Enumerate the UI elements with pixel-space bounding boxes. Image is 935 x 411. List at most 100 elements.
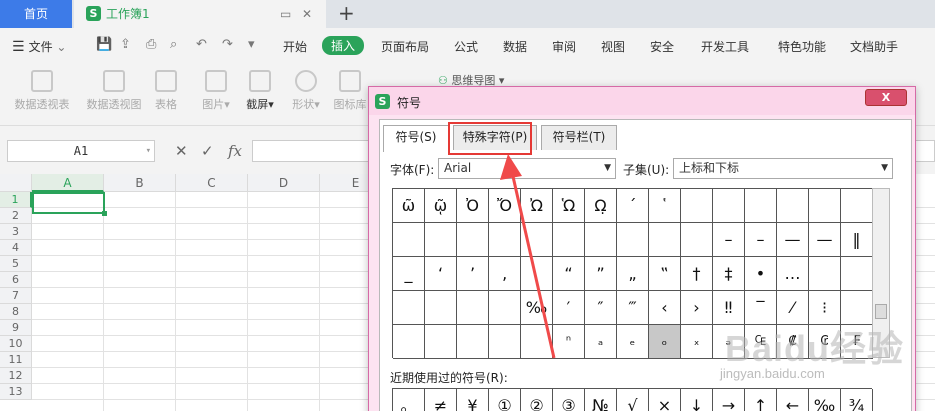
monitor-icon[interactable]: ▭ (280, 0, 291, 28)
print-icon[interactable]: ⎙ (146, 37, 156, 52)
symbol-cell[interactable] (425, 325, 457, 359)
pivot-chart-button[interactable]: 数据透视图 (82, 70, 146, 112)
symbol-cell[interactable]: Ὀ (457, 189, 489, 223)
column-header-a[interactable]: A (32, 174, 104, 192)
recent-symbol-cell[interactable]: ① (489, 389, 521, 411)
symbol-cell[interactable] (841, 189, 873, 223)
font-select[interactable]: Arial ▼ (438, 158, 616, 179)
symbol-cell[interactable]: … (777, 257, 809, 291)
save-icon[interactable]: 💾 (96, 37, 112, 52)
quick-access-more-icon[interactable]: ▾ (248, 37, 255, 52)
symbol-cell[interactable] (553, 223, 585, 257)
symbol-cell[interactable]: ῷ (425, 189, 457, 223)
recent-symbol-cell[interactable]: ≠ (425, 389, 457, 411)
menu-data[interactable]: 数据 (503, 38, 527, 55)
workbook-tab[interactable]: S 工作簿1 ▭ ✕ (74, 0, 326, 28)
symbol-cell[interactable]: _ (393, 257, 425, 291)
symbol-cell-selected[interactable]: ₒ (649, 325, 681, 359)
recent-symbol-cell[interactable]: ‰ (809, 389, 841, 411)
symbol-cell[interactable]: ῶ (393, 189, 425, 223)
scrollbar-thumb[interactable] (875, 304, 887, 319)
symbol-cell[interactable] (457, 223, 489, 257)
symbol-cell[interactable] (489, 325, 521, 359)
symbol-cell[interactable]: – (713, 223, 745, 257)
symbol-cell[interactable]: Ω̣ (585, 189, 617, 223)
tab-symbol-bar[interactable]: 符号栏(T) (541, 125, 617, 150)
recent-symbol-cell[interactable]: ② (521, 389, 553, 411)
symbol-cell[interactable]: Ὠ (521, 189, 553, 223)
select-all-corner[interactable] (0, 174, 32, 192)
symbol-cell[interactable] (489, 291, 521, 325)
symbol-cell[interactable]: ″ (585, 291, 617, 325)
symbol-cell[interactable] (425, 223, 457, 257)
tab-symbols[interactable]: 符号(S) (383, 125, 449, 152)
row-header[interactable]: 3 (0, 224, 32, 240)
recent-symbol-cell[interactable]: 。 (393, 389, 425, 411)
symbol-cell[interactable] (393, 223, 425, 257)
cancel-formula-icon[interactable]: ✕ (175, 142, 188, 160)
recent-symbol-cell[interactable]: № (585, 389, 617, 411)
dialog-title-bar[interactable]: S 符号 X (369, 87, 915, 115)
symbol-cell[interactable] (393, 325, 425, 359)
row-header[interactable]: 13 (0, 384, 32, 400)
row-header[interactable]: 9 (0, 320, 32, 336)
column-header-b[interactable]: B (104, 174, 176, 192)
file-menu[interactable]: ☰ 文件 ⌄ (12, 38, 66, 55)
symbol-cell[interactable]: ´ (617, 189, 649, 223)
undo-icon[interactable]: ↶ (196, 37, 207, 52)
menu-security[interactable]: 安全 (650, 38, 674, 55)
symbol-cell[interactable] (457, 325, 489, 359)
symbol-cell[interactable]: ‚ (489, 257, 521, 291)
confirm-formula-icon[interactable]: ✓ (201, 142, 214, 160)
symbol-cell[interactable] (521, 223, 553, 257)
icon-library-button[interactable]: 图标库 (332, 70, 368, 112)
symbol-cell[interactable]: ₓ (681, 325, 713, 359)
symbol-cell[interactable] (841, 257, 873, 291)
symbol-cell[interactable] (521, 257, 553, 291)
symbol-cell[interactable]: ′ (553, 291, 585, 325)
symbol-cell[interactable]: ῾ (649, 189, 681, 223)
symbol-cell[interactable]: ‘ (425, 257, 457, 291)
recent-symbol-cell[interactable]: → (713, 389, 745, 411)
menu-page-layout[interactable]: 页面布局 (381, 38, 429, 55)
symbol-cell[interactable]: — (809, 223, 841, 257)
new-tab-button[interactable]: + (338, 0, 355, 26)
symbol-cell[interactable]: ⁿ (553, 325, 585, 359)
recent-symbol-cell[interactable]: × (649, 389, 681, 411)
symbol-cell[interactable] (649, 223, 681, 257)
table-button[interactable]: 表格 (150, 70, 182, 112)
subset-select[interactable]: 上标和下标 ▼ (673, 158, 893, 179)
symbol-cell[interactable] (681, 189, 713, 223)
row-header[interactable]: 7 (0, 288, 32, 304)
menu-doc-assistant[interactable]: 文档助手 (850, 38, 898, 55)
recent-symbol-cell[interactable]: ¥ (457, 389, 489, 411)
menu-formulas[interactable]: 公式 (454, 38, 478, 55)
symbol-cell[interactable] (521, 325, 553, 359)
symbol-cell[interactable]: „ (617, 257, 649, 291)
shape-button[interactable]: 形状▾ (287, 70, 325, 112)
menu-home[interactable]: 开始 (283, 38, 307, 55)
menu-developer[interactable]: 开发工具 (701, 38, 749, 55)
symbol-cell[interactable]: Ὄ (489, 189, 521, 223)
symbol-cell[interactable]: ‖ (841, 223, 873, 257)
symbol-cell[interactable] (585, 223, 617, 257)
menu-view[interactable]: 视图 (601, 38, 625, 55)
recent-symbol-cell[interactable]: ¾ (841, 389, 873, 411)
symbol-cell[interactable]: — (777, 223, 809, 257)
symbol-cell[interactable] (713, 189, 745, 223)
pivot-table-button[interactable]: 数据透视表 (10, 70, 74, 112)
row-header[interactable]: 2 (0, 208, 32, 224)
recent-symbol-cell[interactable]: √ (617, 389, 649, 411)
menu-special-features[interactable]: 特色功能 (778, 38, 826, 55)
home-tab[interactable]: 首页 (0, 0, 72, 28)
column-header-c[interactable]: C (176, 174, 248, 192)
symbol-cell[interactable] (681, 223, 713, 257)
symbol-cell[interactable] (393, 291, 425, 325)
recent-symbol-cell[interactable]: ③ (553, 389, 585, 411)
column-header-d[interactable]: D (248, 174, 320, 192)
symbol-cell[interactable]: Ὡ (553, 189, 585, 223)
recent-symbol-cell[interactable]: ↓ (681, 389, 713, 411)
symbol-cell[interactable] (425, 291, 457, 325)
symbol-cell[interactable]: ‰ (521, 291, 553, 325)
symbol-cell[interactable]: • (745, 257, 777, 291)
